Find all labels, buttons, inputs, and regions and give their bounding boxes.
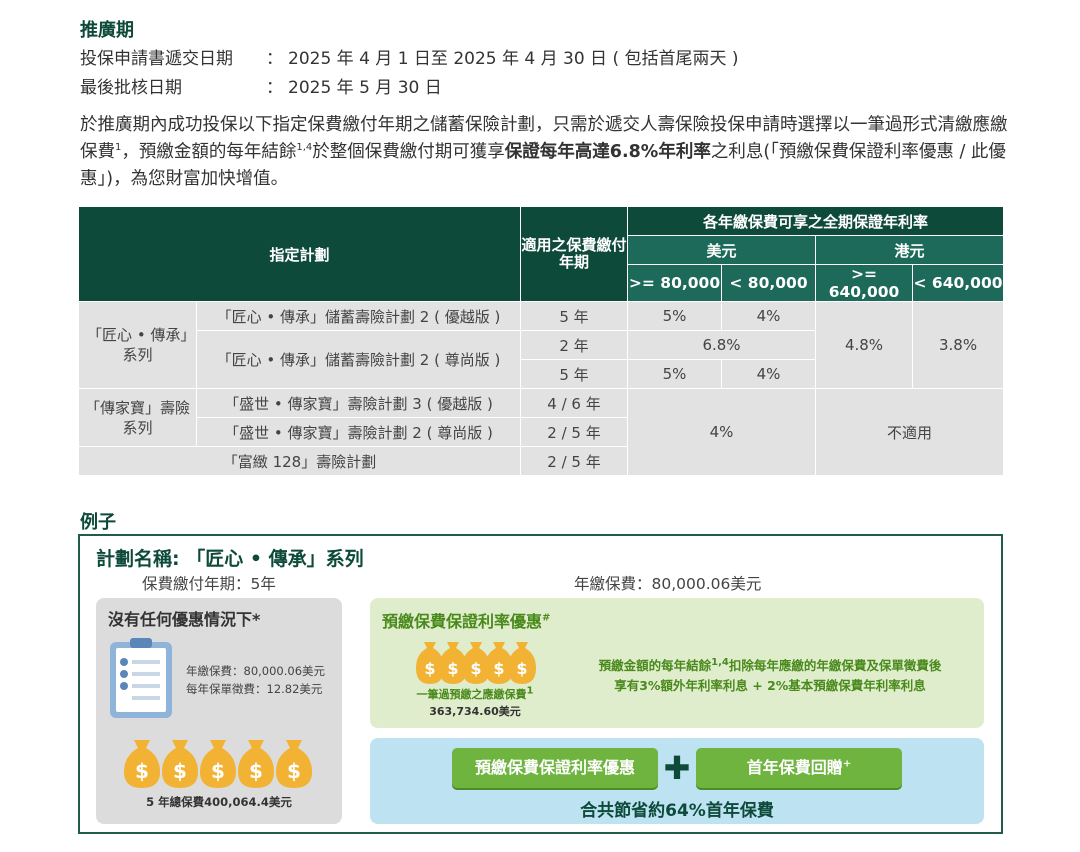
- series-label: 「匠心 • 傳承」系列: [78, 301, 197, 389]
- money-bags-icon: $ $ $ $ $: [122, 730, 316, 794]
- header-hkd: 港元: [815, 235, 1005, 265]
- rate-cell: 6.8%: [627, 330, 817, 360]
- svg-text:$: $: [493, 659, 504, 678]
- money-bags-small-icon: $ $ $ $ $: [414, 634, 538, 690]
- header-usd-high: >= 80,000: [627, 264, 723, 302]
- header-term: 適用之保費繳付年期: [520, 206, 629, 302]
- header-plan: 指定計劃: [77, 206, 522, 302]
- no-offer-info: 年繳保費：80,000.06美元 每年保單徵費：12.82美元: [186, 664, 326, 696]
- submission-date-row: 投保申請書遞交日期： 2025 年 4 月 1 日至 2025 年 4 月 30 …: [80, 44, 739, 69]
- rate-cell: 4%: [627, 388, 817, 476]
- no-offer-title: 沒有任何優惠情況下*: [108, 610, 261, 629]
- rate-cell: 5%: [627, 359, 723, 389]
- clipboard-icon: [108, 636, 174, 724]
- approval-label: 最後批核日期: [80, 78, 182, 98]
- saving-summary: 合共節省約64%首年保費: [580, 801, 774, 821]
- money-bag-icon: $: [124, 740, 160, 788]
- combined-saving-panel: 預繳保費保證利率優惠 ✚ 首年保費回贈+ 合共節省約64%首年保費: [370, 738, 984, 824]
- plan-name: 「匠心 • 傳承」儲蓄壽險計劃 2 ( 尊尚版 ): [195, 330, 522, 389]
- series-label: 「傳家寶」壽險系列: [78, 388, 197, 447]
- example-annual-premium: 年繳保費：80,000.06美元: [574, 575, 762, 593]
- svg-text:$: $: [135, 759, 149, 783]
- submission-value: 2025 年 4 月 1 日至 2025 年 4 月 30 日 ( 包括首尾兩天…: [288, 49, 739, 69]
- example-plan-name: 計劃名稱: 「匠心 • 傳承」系列: [96, 548, 364, 570]
- offer-description: 預繳金額的每年結餘1,4扣除每年應繳的年繳保費及保單徵費後 享有3%額外年利率利…: [598, 656, 942, 693]
- lump-sum-amount: 363,734.60美元: [429, 705, 521, 718]
- plan-name: 「盛世 • 傳家寶」壽險計劃 3 ( 優越版 ): [195, 388, 522, 418]
- svg-text:$: $: [424, 659, 435, 678]
- interest-rate-table: 指定計劃 適用之保費繳付年期 各年繳保費可享之全期保證年利率 美元 港元 >= …: [77, 206, 1005, 476]
- promo-description: 於推廣期內成功投保以下指定保費繳付年期之儲蓄保險計劃，只需於遞交人壽保險投保申請…: [80, 115, 1008, 189]
- rate-cell: 不適用: [815, 388, 1005, 476]
- rebate-badge: 首年保費回贈+: [696, 748, 902, 788]
- pay-term: 2 / 5 年: [520, 446, 629, 476]
- rate-cell: 4%: [721, 301, 817, 331]
- pay-term: 2 / 5 年: [520, 417, 629, 447]
- pay-term: 2 年: [520, 330, 629, 360]
- header-usd-low: < 80,000: [721, 264, 817, 302]
- offer-badge: 預繳保費保證利率優惠: [452, 748, 658, 788]
- plan-name: 「匠心 • 傳承」儲蓄壽險計劃 2 ( 優越版 ): [195, 301, 522, 331]
- header-hkd-low: < 640,000: [912, 264, 1005, 302]
- svg-text:$: $: [447, 659, 458, 678]
- no-offer-panel: 沒有任何優惠情況下* 年繳保費：80,000.06美元 每年保單徵費：12.82…: [96, 598, 342, 824]
- header-usd: 美元: [627, 235, 817, 265]
- svg-text:$: $: [287, 759, 301, 783]
- rate-cell: 3.8%: [912, 301, 1005, 389]
- svg-text:$: $: [470, 659, 481, 678]
- svg-text:$: $: [173, 759, 187, 783]
- example-pay-term: 保費繳付年期：5年: [142, 575, 276, 593]
- pay-term: 4 / 6 年: [520, 388, 629, 418]
- rate-cell: 4%: [721, 359, 817, 389]
- lump-sum-caption: 一筆過預繳之應繳保費1: [416, 685, 534, 701]
- header-rate: 各年繳保費可享之全期保證年利率: [627, 206, 1005, 236]
- example-box: 計劃名稱: 「匠心 • 傳承」系列 保費繳付年期：5年 年繳保費：80,000.…: [78, 534, 1003, 834]
- svg-text:$: $: [211, 759, 225, 783]
- header-hkd-high: >= 640,000: [815, 264, 914, 302]
- plan-name: 「富緻 128」壽險計劃: [77, 446, 522, 476]
- plan-name: 「盛世 • 傳家寶」壽險計劃 2 ( 尊尚版 ): [195, 417, 522, 447]
- approval-date-row: 最後批核日期： 2025 年 5 月 30 日: [80, 73, 442, 98]
- pay-term: 5 年: [520, 301, 629, 331]
- highlight-rate: 保證每年高達6.8%年利率: [504, 142, 711, 162]
- offer-title: 預繳保費保證利率優惠#: [382, 612, 551, 631]
- promo-title: 推廣期: [80, 20, 134, 41]
- svg-text:$: $: [516, 659, 527, 678]
- approval-value: 2025 年 5 月 30 日: [288, 78, 442, 98]
- example-title: 例子: [80, 512, 116, 533]
- pay-term: 5 年: [520, 359, 629, 389]
- rate-cell: 4.8%: [815, 301, 914, 389]
- offer-panel: 預繳保費保證利率優惠# $ $ $ $ $ 一筆過預繳之應繳保費1 363,73…: [370, 598, 984, 728]
- submission-label: 投保申請書遞交日期: [80, 49, 233, 69]
- plus-icon: ✚: [663, 749, 691, 787]
- svg-text:$: $: [249, 759, 263, 783]
- rate-cell: 5%: [627, 301, 723, 331]
- total-premium: 5 年總保費400,064.4美元: [146, 795, 292, 809]
